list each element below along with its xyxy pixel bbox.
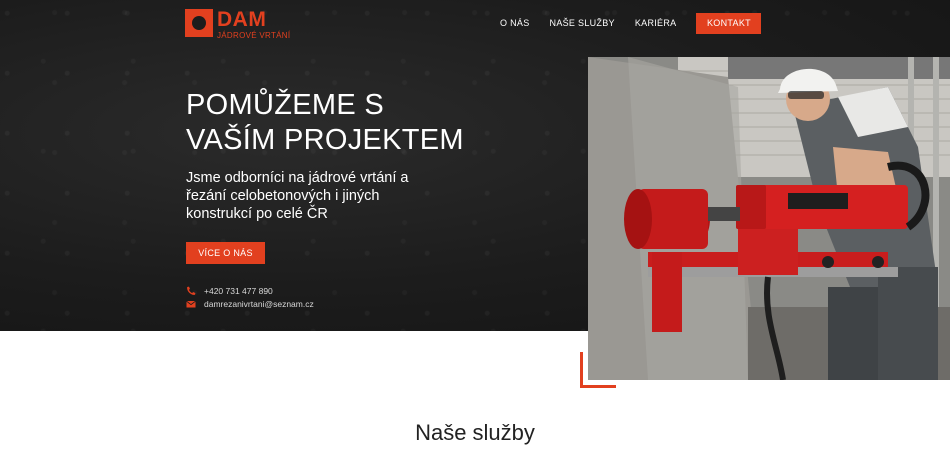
email-address: damrezanivrtani@seznam.cz bbox=[204, 299, 314, 309]
nav-item-kariera[interactable]: KARIÉRA bbox=[635, 13, 677, 33]
hero-title: POMŮŽEME S VAŠÍM PROJEKTEM bbox=[186, 88, 506, 158]
email-contact[interactable]: damrezanivrtani@seznam.cz bbox=[186, 299, 314, 309]
nav-item-o-nas[interactable]: O NÁS bbox=[500, 13, 530, 33]
phone-icon bbox=[187, 286, 196, 295]
logo-text: DAM JÁDROVÉ VRTÁNÍ bbox=[217, 9, 290, 40]
brand-name: DAM bbox=[217, 8, 267, 31]
brand-subtitle: JÁDROVÉ VRTÁNÍ bbox=[217, 31, 291, 40]
hero-title-line-2: VAŠÍM PROJEKTEM bbox=[186, 124, 464, 156]
hero-photo-drawing bbox=[588, 57, 950, 380]
logo[interactable]: DAM JÁDROVÉ VRTÁNÍ bbox=[185, 9, 290, 40]
services-section-title: Naše služby bbox=[415, 420, 535, 445]
accent-corner-decoration bbox=[580, 352, 616, 388]
contact-button[interactable]: KONTAKT bbox=[696, 12, 762, 34]
envelope-icon bbox=[186, 300, 196, 308]
hero-title-line-1: POMŮŽEME S bbox=[186, 89, 384, 121]
more-about-us-button[interactable]: VÍCE O NÁS bbox=[186, 242, 265, 264]
hero-subtitle: Jsme odborníci na jádrové vrtání a řezán… bbox=[186, 170, 409, 222]
logo-mark-icon bbox=[185, 9, 213, 37]
phone-contact[interactable]: +420 731 477 890 bbox=[186, 286, 273, 296]
nav-item-nase-sluzby[interactable]: NAŠE SLUŽBY bbox=[550, 13, 615, 33]
hero-photo bbox=[588, 57, 950, 380]
phone-number: +420 731 477 890 bbox=[204, 286, 273, 296]
main-nav: O NÁS NAŠE SLUŽBY KARIÉRA KONTAKT bbox=[500, 12, 762, 34]
